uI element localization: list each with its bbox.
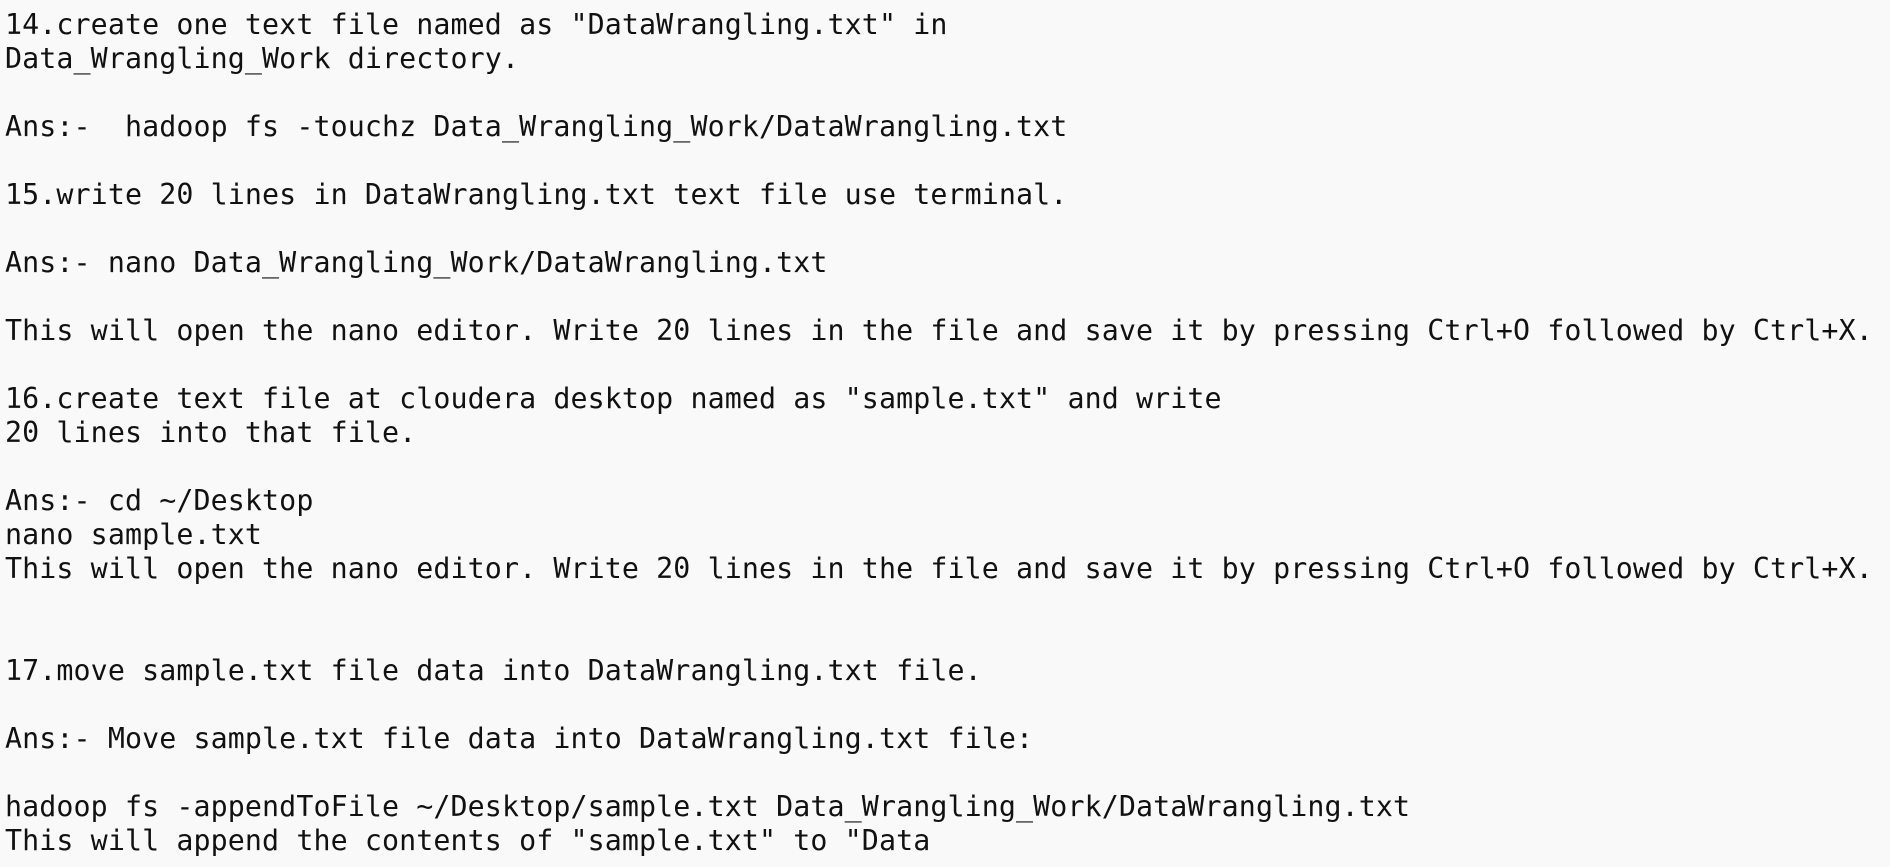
text-line: Ans:- cd ~/Desktop [5,484,314,517]
text-line: 20 lines into that file. [5,416,417,449]
text-line: This will open the nano editor. Write 20… [5,314,1873,347]
text-line: Ans:- hadoop fs -touchz Data_Wrangling_W… [5,110,1068,143]
text-line: 17.move sample.txt file data into DataWr… [5,654,982,687]
text-line: This will open the nano editor. Write 20… [5,552,1873,585]
text-line: 15.write 20 lines in DataWrangling.txt t… [5,178,1068,211]
text-line: nano sample.txt [5,518,263,551]
text-line: This will append the contents of "sample… [5,824,931,857]
text-line: Ans:- Move sample.txt file data into Dat… [5,722,1034,755]
text-line: 16.create text file at cloudera desktop … [5,382,1222,415]
text-line: Ans:- nano Data_Wrangling_Work/DataWrang… [5,246,828,279]
text-document[interactable]: 14.create one text file named as "DataWr… [5,8,1890,867]
text-line: hadoop fs -appendToFile ~/Desktop/sample… [5,790,1411,823]
text-line: Data_Wrangling_Work directory. [5,42,520,75]
text-line: 14.create one text file named as "DataWr… [5,8,948,41]
